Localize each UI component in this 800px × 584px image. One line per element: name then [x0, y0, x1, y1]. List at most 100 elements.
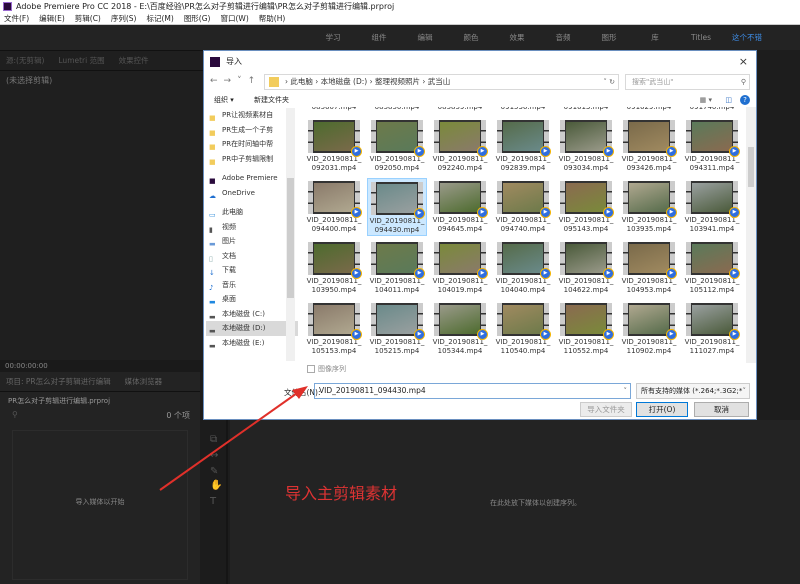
menu-item[interactable]: 编辑(E) — [39, 13, 65, 24]
menu-item[interactable]: 文件(F) — [4, 13, 29, 24]
help-icon[interactable]: ? — [740, 95, 750, 105]
file-item-partial[interactable]: 085607.mp4 — [304, 107, 364, 115]
search-input[interactable]: 搜索"武当山" ⚲ — [625, 74, 750, 90]
file-item[interactable]: ▶ VID_20190811_ 110902.mp4 — [619, 300, 679, 358]
file-item[interactable]: ▶ VID_20190811_ 105153.mp4 — [304, 300, 364, 358]
nav-item[interactable]: ↓ 下载 — [206, 263, 298, 278]
menu-item[interactable]: 标记(M) — [146, 13, 173, 24]
view-options-icon[interactable]: ▦ ▾ — [700, 93, 712, 107]
file-item[interactable]: ▶ VID_20190811_ 104040.mp4 — [493, 239, 553, 297]
file-item[interactable]: ▶ VID_20190811_ 105112.mp4 — [682, 239, 742, 297]
file-item[interactable]: ▶ VID_20190811_ 110552.mp4 — [556, 300, 616, 358]
file-item[interactable]: ▶ VID_20190811_ 094400.mp4 — [304, 178, 364, 236]
breadcrumb-item[interactable]: 武当山 — [428, 77, 451, 86]
cancel-button[interactable]: 取消 — [694, 402, 749, 417]
workspace-tab[interactable]: 编辑 — [402, 32, 448, 43]
tab-project[interactable]: 项目: PR怎么对子剪辑进行编辑 — [6, 376, 111, 387]
file-item[interactable]: ▶ VID_20190811_ 094645.mp4 — [430, 178, 490, 236]
nav-item[interactable]: ▬ 本地磁盘 (E:) — [206, 336, 298, 351]
file-type-select[interactable]: 所有支持的媒体 (*.264;*.3G2;* ˅ — [636, 383, 750, 399]
file-item[interactable]: ▶ VID_20190811_ 105344.mp4 — [430, 300, 490, 358]
import-folder-button[interactable]: 导入文件夹 — [580, 402, 632, 417]
file-item[interactable]: ▶ VID_20190811_ 092240.mp4 — [430, 117, 490, 175]
razor-tool-icon[interactable]: ⧉ — [210, 434, 217, 445]
nav-item[interactable]: ■ Adobe Premiere — [206, 171, 298, 186]
import-drop-area[interactable]: 导入媒体以开始 — [12, 430, 188, 580]
nav-item[interactable]: ▬ 桌面 — [206, 292, 298, 307]
nav-item[interactable]: ▯ 文档 — [206, 249, 298, 264]
workspace-tab[interactable]: 库 — [632, 32, 678, 43]
workspace-tab[interactable]: 颜色 — [448, 32, 494, 43]
file-item[interactable]: ▶ VID_20190811_ 093034.mp4 — [556, 117, 616, 175]
file-item[interactable]: ▶ VID_20190811_ 094740.mp4 — [493, 178, 553, 236]
nav-buttons[interactable]: ←→˅↑ — [210, 76, 261, 86]
file-item[interactable]: ▶ VID_20190811_ 095143.mp4 — [556, 178, 616, 236]
nav-item[interactable]: ■ PR中子剪辑限制 — [206, 152, 298, 167]
file-item-partial[interactable]: 091629.mp4 — [619, 107, 679, 115]
menu-item[interactable]: 序列(S) — [111, 13, 137, 24]
workspace-tab[interactable]: 组件 — [356, 32, 402, 43]
file-item[interactable]: ▶ VID_20190811_ 103935.mp4 — [619, 178, 679, 236]
menu-item[interactable]: 窗口(W) — [220, 13, 248, 24]
file-item-partial[interactable]: 085850.mp4 — [367, 107, 427, 115]
nav-item[interactable]: ■ PR让视频素材自 — [206, 108, 298, 123]
file-item[interactable]: ▶ VID_20190811_ 092031.mp4 — [304, 117, 364, 175]
file-item[interactable]: ▶ VID_20190811_ 103941.mp4 — [682, 178, 742, 236]
refresh-icon[interactable]: ˅ ↻ — [603, 75, 615, 89]
file-item-partial[interactable]: 085859.mp4 — [430, 107, 490, 115]
file-item[interactable]: ▶ VID_20190811_ 104953.mp4 — [619, 239, 679, 297]
file-item[interactable]: ▶ VID_20190811_ 104011.mp4 — [367, 239, 427, 297]
workspace-tab[interactable]: 图形 — [586, 32, 632, 43]
file-item-partial[interactable]: 091740.mp4 — [682, 107, 742, 115]
breadcrumb-item[interactable]: 整理视频照片 — [375, 77, 420, 86]
nav-item[interactable]: ▭ 此电脑 — [206, 205, 298, 220]
file-item[interactable]: ▶ VID_20190811_ 092839.mp4 — [493, 117, 553, 175]
breadcrumb-item[interactable]: 本地磁盘 (D:) — [321, 77, 368, 86]
file-item-partial[interactable]: 091613.mp4 — [556, 107, 616, 115]
file-item[interactable]: ▶ VID_20190811_ 092050.mp4 — [367, 117, 427, 175]
breadcrumb-item[interactable]: 此电脑 — [290, 77, 313, 86]
file-item-partial[interactable]: 091536.mp4 — [493, 107, 553, 115]
workspace-tab[interactable]: 学习 — [310, 32, 356, 43]
file-item[interactable]: ▶ VID_20190811_ 110540.mp4 — [493, 300, 553, 358]
workspace-tab[interactable]: 这个不错 — [724, 32, 770, 43]
file-item[interactable]: ▶ VID_20190811_ 094311.mp4 — [682, 117, 742, 175]
preview-pane-icon[interactable]: ◫ — [725, 93, 732, 107]
filename-input[interactable]: VID_20190811_094430.mp4 ˅ — [314, 383, 631, 399]
menu-item[interactable]: 图形(G) — [184, 13, 211, 24]
tab-source[interactable]: 源:(无剪辑) — [6, 55, 44, 66]
open-button[interactable]: 打开(O) — [636, 402, 688, 417]
workspace-tab[interactable]: 音频 — [540, 32, 586, 43]
new-folder-button[interactable]: 新建文件夹 — [254, 93, 289, 107]
file-item[interactable]: ▶ VID_20190811_ 104622.mp4 — [556, 239, 616, 297]
menu-item[interactable]: 帮助(H) — [259, 13, 286, 24]
nav-item[interactable]: ▬ 本地磁盘 (C:) — [206, 307, 298, 322]
address-bar[interactable]: › 此电脑 › 本地磁盘 (D:) › 整理视频照片 › 武当山 ˅ ↻ — [264, 74, 619, 90]
tab-effect-controls[interactable]: 效果控件 — [119, 55, 149, 66]
nav-item[interactable]: ☁ OneDrive — [206, 186, 298, 201]
nav-item[interactable]: ▬ 图片 — [206, 234, 298, 249]
nav-item[interactable]: ■ PR在时间轴中帮 — [206, 137, 298, 152]
file-item[interactable]: ▶ VID_20190811_ 105215.mp4 — [367, 300, 427, 358]
nav-scrollbar[interactable] — [286, 108, 295, 361]
workspace-tab[interactable]: 效果 — [494, 32, 540, 43]
workspace-tab[interactable]: Titles — [678, 33, 724, 42]
close-icon[interactable]: × — [739, 51, 748, 73]
file-item[interactable]: ▶ VID_20190811_ 094430.mp4 — [367, 178, 427, 236]
tab-lumetri[interactable]: Lumetri 范围 — [58, 55, 104, 66]
organize-button[interactable]: 组织 ▾ — [214, 93, 234, 107]
image-sequence-checkbox[interactable]: 图像序列 — [307, 364, 346, 374]
grid-scrollbar[interactable] — [746, 107, 756, 363]
file-item[interactable]: ▶ VID_20190811_ 093426.mp4 — [619, 117, 679, 175]
nav-item[interactable]: ▬ 本地磁盘 (D:) — [206, 321, 298, 336]
menu-item[interactable]: 剪辑(C) — [75, 13, 101, 24]
file-item[interactable]: ▶ VID_20190811_ 104019.mp4 — [430, 239, 490, 297]
type-tool-icon[interactable]: T — [210, 496, 216, 507]
nav-item[interactable]: ■ PR生成一个子剪 — [206, 123, 298, 138]
file-item[interactable]: ▶ VID_20190811_ 111027.mp4 — [682, 300, 742, 358]
search-icon[interactable]: ⚲ — [12, 410, 18, 419]
slip-tool-icon[interactable]: ↔ — [210, 450, 218, 461]
hand-tool-icon[interactable]: ✋ — [210, 480, 222, 491]
pen-tool-icon[interactable]: ✎ — [210, 466, 218, 477]
tab-media-browser[interactable]: 媒体浏览器 — [125, 376, 163, 387]
